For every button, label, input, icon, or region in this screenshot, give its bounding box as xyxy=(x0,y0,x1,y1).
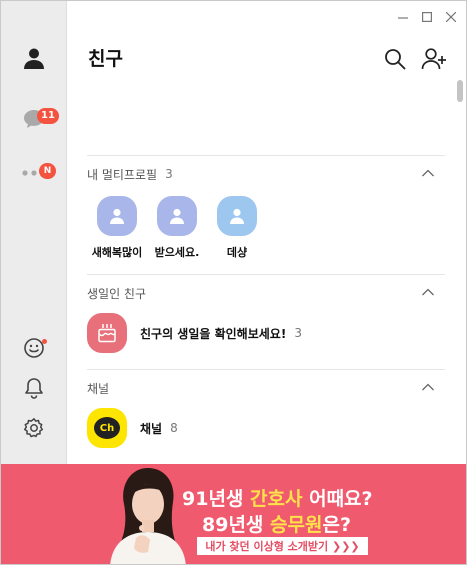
birthday-count: 3 xyxy=(294,326,302,340)
profile-list: 새해복많이 받으세요. 데샹 xyxy=(87,196,445,260)
channel-row[interactable]: Ch 채널 8 xyxy=(87,408,445,448)
search-button[interactable] xyxy=(382,46,408,72)
notifications-button[interactable] xyxy=(1,368,67,408)
channel-count: 8 xyxy=(170,421,178,435)
sidebar: 11 N xyxy=(1,1,67,464)
default-person-icon xyxy=(110,208,124,224)
ad-model-image xyxy=(110,468,186,564)
channel-section: 채널 Ch 채널 8 xyxy=(87,369,445,448)
emoticon-button[interactable] xyxy=(1,328,67,368)
channel-logo-icon: Ch xyxy=(94,417,120,439)
person-icon xyxy=(24,48,44,69)
unread-chats-badge: 11 xyxy=(37,108,59,124)
section-title: 내 멀티프로필 xyxy=(87,167,158,182)
profile-item[interactable]: 받으세요. xyxy=(147,196,207,260)
ad-headline-1: 91년생 간호사 어때요? xyxy=(182,488,373,510)
friends-tab[interactable] xyxy=(1,38,67,78)
section-header: 내 멀티프로필 3 xyxy=(87,156,445,192)
section-header: 채널 xyxy=(87,370,445,406)
section-title: 생일인 친구 xyxy=(87,286,147,301)
channel-avatar: Ch xyxy=(87,408,127,448)
settings-button[interactable] xyxy=(1,408,67,448)
section-count: 3 xyxy=(165,167,173,181)
search-icon xyxy=(385,49,406,70)
ad-headline-2: 89년생 승무원은? xyxy=(202,514,351,536)
main-panel: 친구 내 멀티프로필 3 새해복많이 받으세요. 데샹 생일인 친구 친구의 생… xyxy=(68,1,466,464)
chevron-up-icon[interactable] xyxy=(421,168,435,178)
default-person-icon xyxy=(170,208,184,224)
section-title: 채널 xyxy=(87,381,110,396)
ad-banner[interactable]: 91년생 간호사 어때요? 89년생 승무원은? 내가 찾던 이상형 소개받기 … xyxy=(1,464,466,564)
profile-item[interactable]: 데샹 xyxy=(207,196,267,260)
chevron-up-icon[interactable] xyxy=(421,382,435,392)
page-title: 친구 xyxy=(88,48,123,70)
profile-avatar xyxy=(97,196,137,236)
chats-tab[interactable]: 11 xyxy=(1,99,67,139)
add-friend-icon xyxy=(421,48,446,70)
profile-avatar xyxy=(217,196,257,236)
birthday-row[interactable]: 친구의 생일을 확인해보세요! 3 xyxy=(87,313,445,353)
add-friend-button[interactable] xyxy=(421,46,447,72)
scrollbar-thumb[interactable] xyxy=(457,80,463,102)
bell-icon xyxy=(25,378,43,399)
multiprofile-section: 내 멀티프로필 3 새해복많이 받으세요. 데샹 xyxy=(87,155,445,260)
profile-avatar xyxy=(157,196,197,236)
profile-name: 새해복많이 xyxy=(91,246,143,259)
chevron-up-icon[interactable] xyxy=(421,287,435,297)
section-header: 생일인 친구 xyxy=(87,275,445,311)
cake-icon xyxy=(98,324,116,343)
birthday-avatar xyxy=(87,313,127,353)
new-badge: N xyxy=(39,163,56,179)
profile-name: 받으세요. xyxy=(154,246,200,259)
channel-label: 채널 xyxy=(140,421,163,436)
birthday-section: 생일인 친구 친구의 생일을 확인해보세요! 3 xyxy=(87,274,445,353)
notification-dot xyxy=(42,339,47,344)
profile-item[interactable]: 새해복많이 xyxy=(87,196,147,260)
gear-icon xyxy=(23,418,44,438)
profile-name: 데샹 xyxy=(226,246,248,259)
ad-cta-button[interactable]: 내가 찾던 이상형 소개받기 ❯❯❯ xyxy=(197,537,368,555)
default-person-icon xyxy=(230,208,244,224)
app-window: 11 N 친구 내 멀티프로필 3 새해복많이 받으세요. 데샹 생일인 친구 … xyxy=(0,0,467,565)
more-tab[interactable]: N xyxy=(1,153,67,193)
birthday-label: 친구의 생일을 확인해보세요! xyxy=(140,326,287,341)
